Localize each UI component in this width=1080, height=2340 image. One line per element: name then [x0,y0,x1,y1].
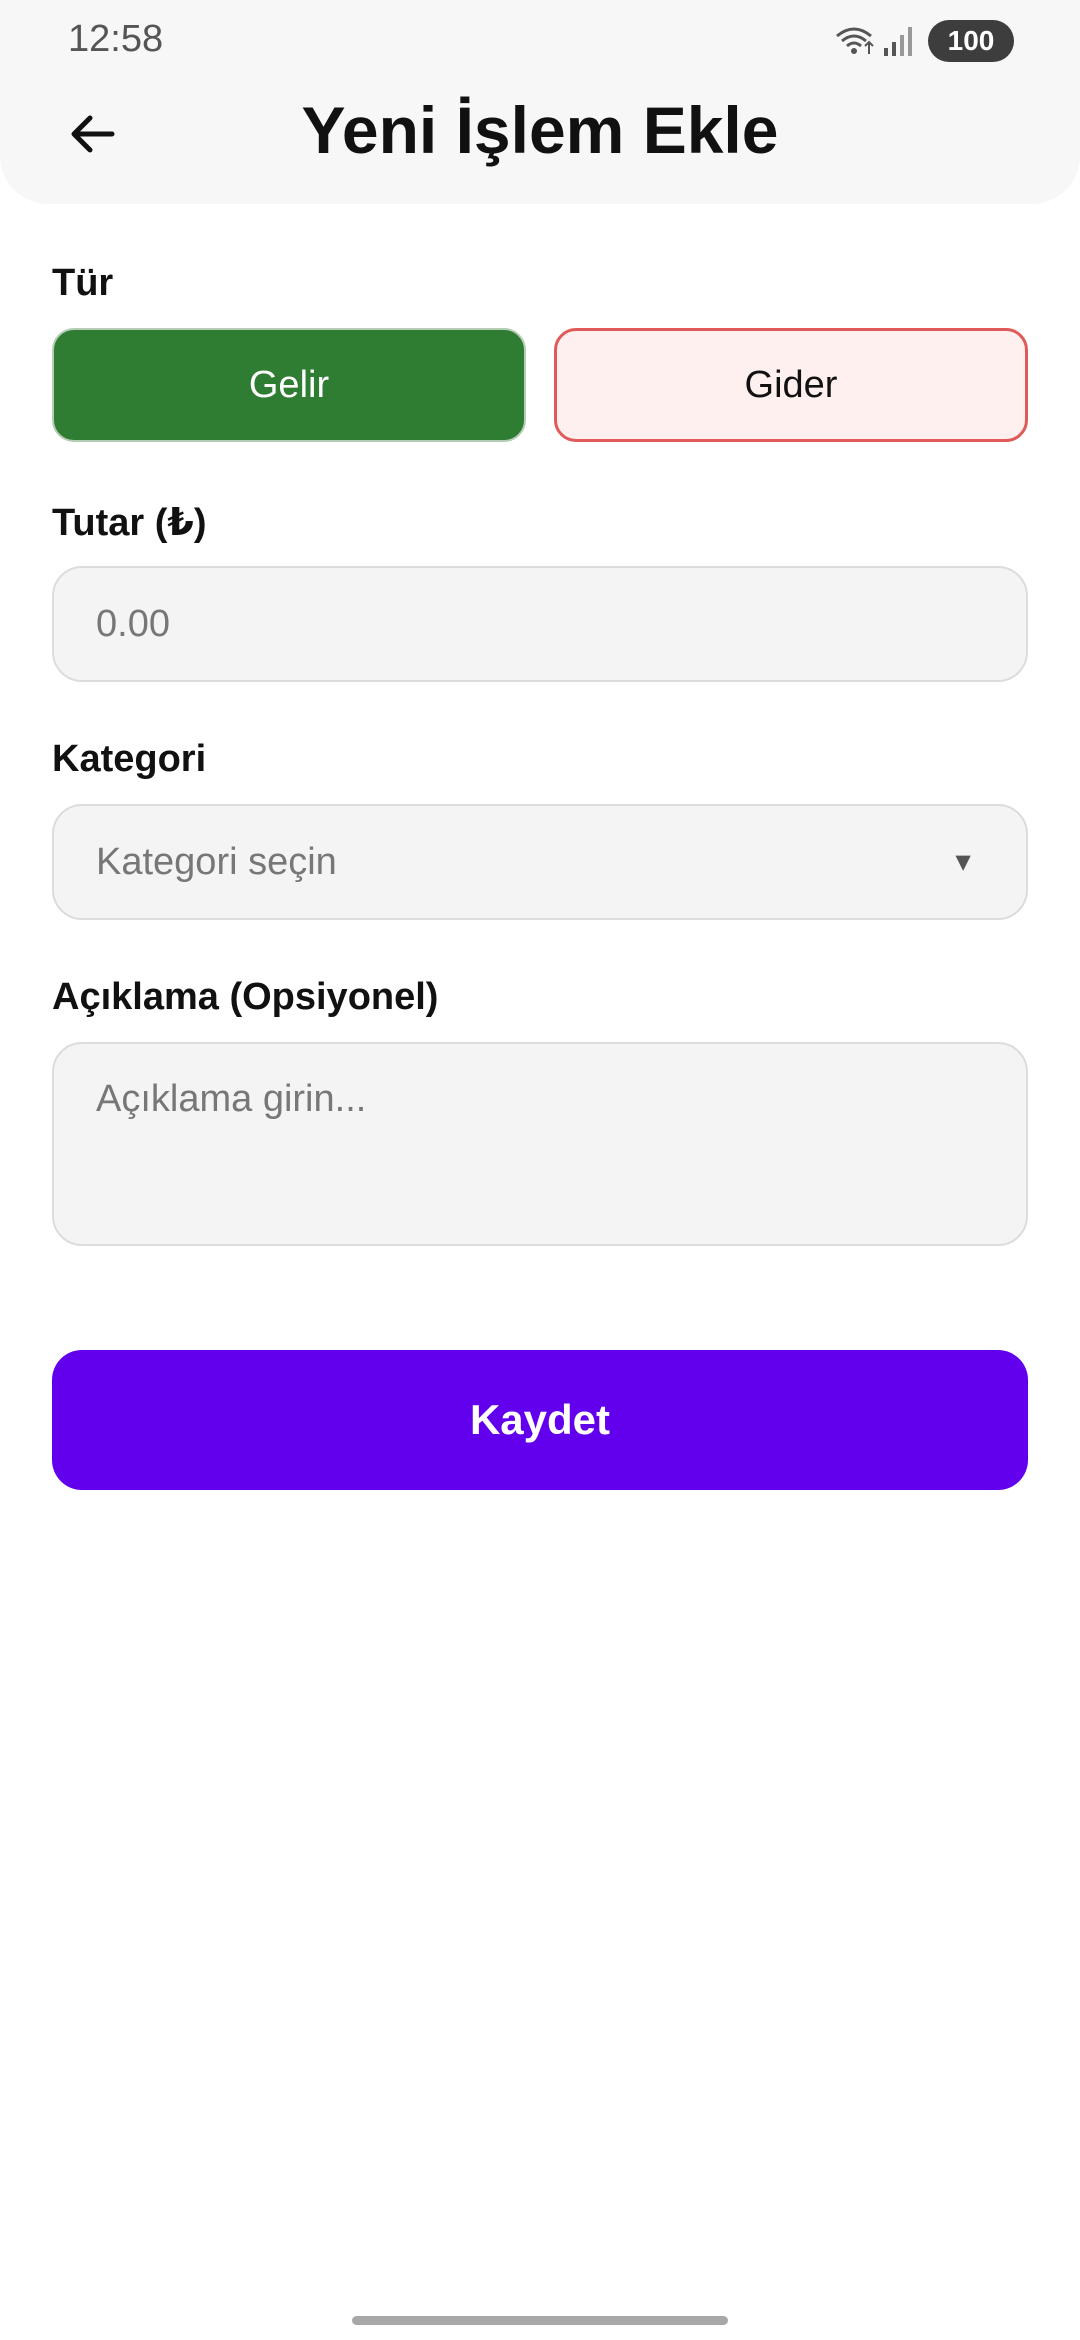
income-toggle-button[interactable]: Gelir [52,328,526,442]
top-app-bar: 12:58 100 Yeni İşlem Ekle [0,0,1080,204]
dropdown-arrow-icon: ▼ [950,846,976,877]
page-title: Yeni İşlem Ekle [301,93,779,167]
amount-input[interactable]: 0.00 [52,566,1028,682]
description-label: Açıklama (Opsiyonel) [52,976,439,1018]
battery-icon: 100 [928,20,1014,62]
status-icons: 100 [834,20,1014,62]
category-placeholder: Kategori seçin [96,840,337,883]
description-input[interactable]: Açıklama girin... [52,1042,1028,1246]
description-placeholder: Açıklama girin... [96,1078,367,1120]
amount-label: Tutar (₺) [52,502,207,544]
category-dropdown[interactable]: Kategori seçin ▼ [52,804,1028,920]
amount-placeholder: 0.00 [96,602,170,645]
wifi-icon [834,24,874,58]
home-indicator [352,2316,728,2325]
category-label: Kategori [52,738,207,780]
save-button[interactable]: Kaydet [52,1350,1028,1490]
signal-icon [882,24,914,58]
status-time: 12:58 [68,18,164,60]
type-label: Tür [52,262,114,304]
expense-toggle-button[interactable]: Gider [554,328,1028,442]
